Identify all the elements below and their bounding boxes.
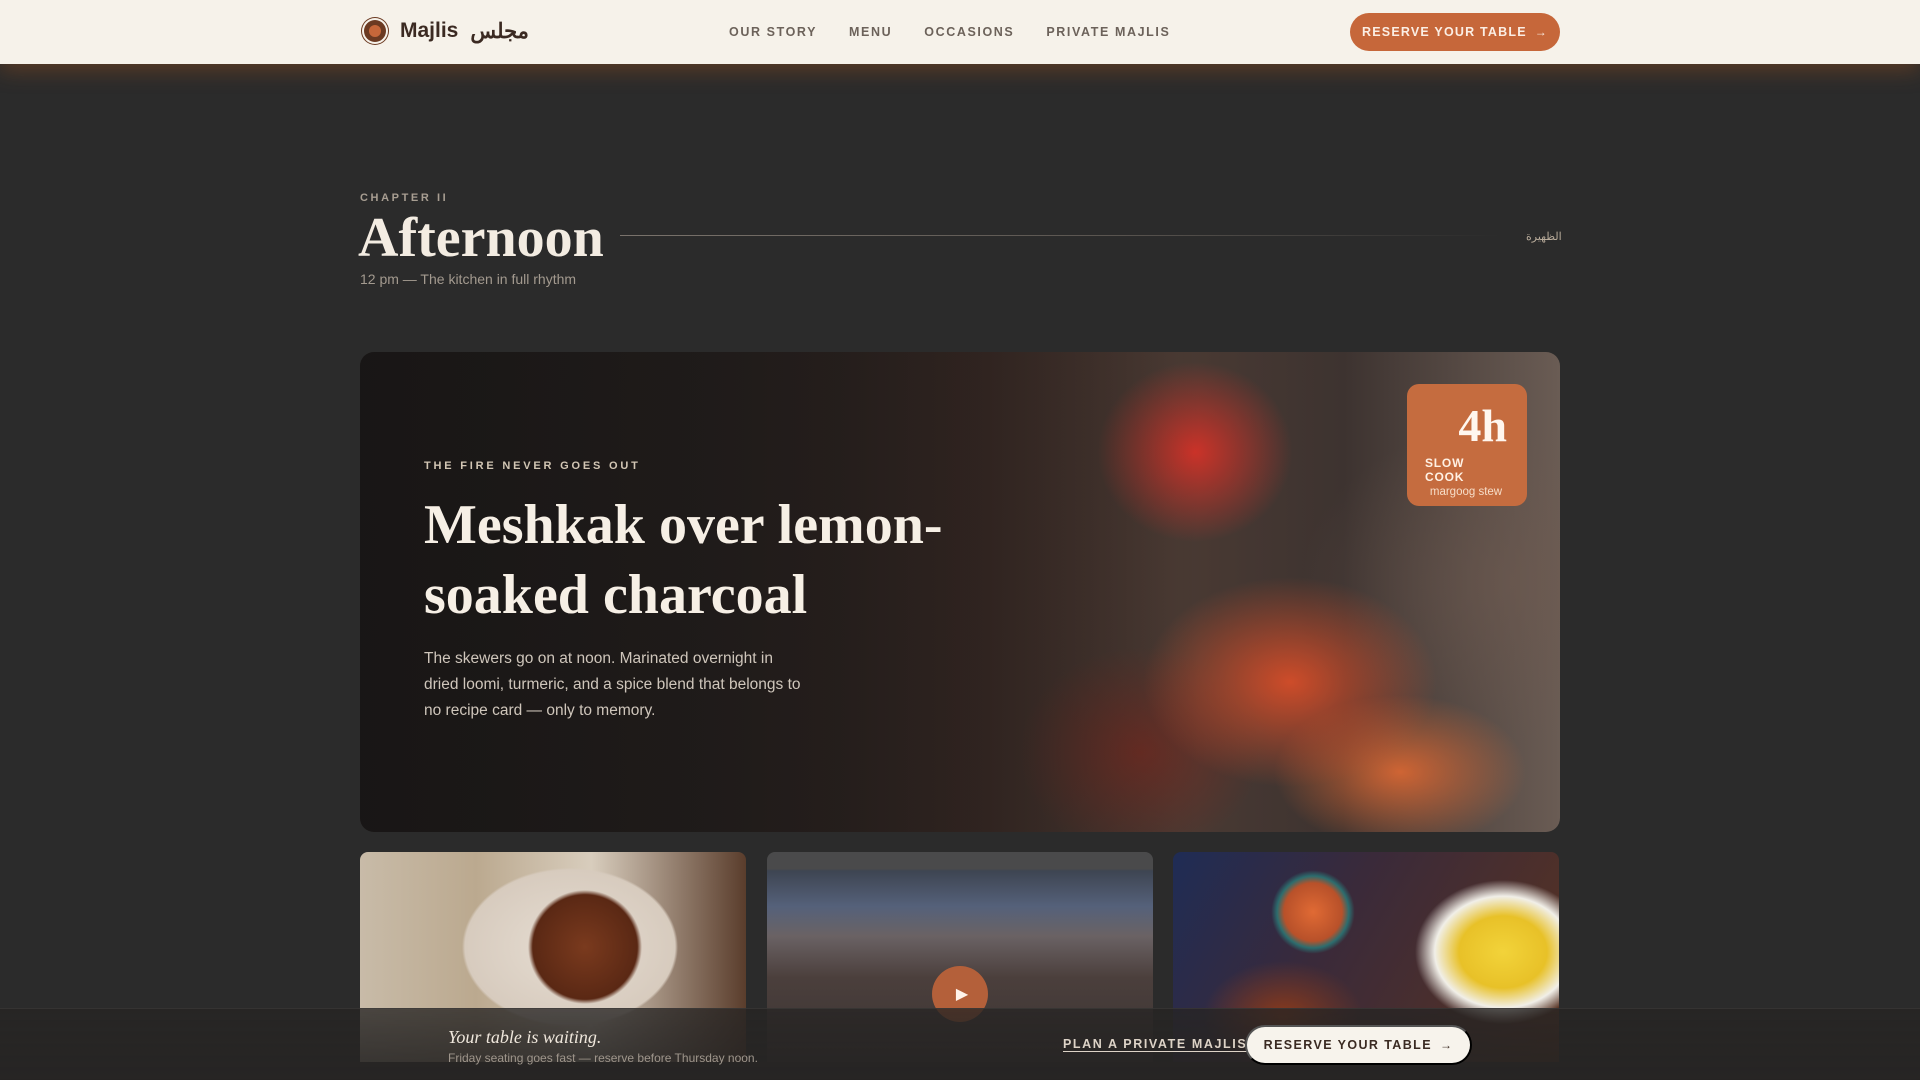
arrow-right-icon: → <box>1439 1038 1454 1052</box>
brand-name: Majlis <box>400 19 459 42</box>
chapter-title: Afternoon <box>358 207 604 269</box>
hero-title: Meshkak over lemon-soaked charcoal <box>424 494 943 626</box>
reservation-bar-title: Your table is waiting. <box>448 1027 602 1047</box>
badge-label: SLOW COOK <box>1425 456 1465 484</box>
reserve-table-bar-button[interactable]: RESERVE YOUR TABLE → <box>1245 1025 1472 1065</box>
reserve-table-bar-label: RESERVE YOUR TABLE <box>1263 1038 1432 1052</box>
slow-cook-badge: 4h SLOW COOK margoog stew <box>1407 384 1527 506</box>
nav-link-occasions[interactable]: OCCASIONS <box>924 25 1014 39</box>
top-navigation: Majlis مجلس OUR STORY MENU OCCASIONS PRI… <box>0 0 1920 64</box>
nav-link-private-majlis[interactable]: PRIVATE MAJLIS <box>1046 25 1170 39</box>
brand-logo[interactable]: Majlis مجلس <box>362 18 529 44</box>
badge-value: 4h <box>1458 400 1507 451</box>
chapter-divider <box>620 235 1500 236</box>
nav-links: OUR STORY MENU OCCASIONS PRIVATE MAJLIS <box>729 25 1170 39</box>
nav-link-menu[interactable]: MENU <box>849 25 892 39</box>
hero-description: The skewers go on at noon. Marinated ove… <box>424 650 801 719</box>
chapter-subtitle: 12 pm — The kitchen in full rhythm <box>360 271 577 287</box>
hero-feature: THE FIRE NEVER GOES OUT Meshkak over lem… <box>360 352 1560 832</box>
plan-private-majlis-link[interactable]: PLAN A PRIVATE MAJLIS <box>1063 1037 1247 1051</box>
arrow-right-icon: → <box>1534 25 1548 39</box>
reservation-bar-subtitle: Friday seating goes fast — reserve befor… <box>448 1051 758 1065</box>
nav-link-our-story[interactable]: OUR STORY <box>729 25 817 39</box>
badge-subtitle: margoog stew <box>1429 486 1503 498</box>
chapter-label: CHAPTER II <box>360 192 449 204</box>
brand-emblem-icon <box>362 18 388 44</box>
chapter-arabic-title: الظهيرة <box>1526 231 1562 243</box>
brand-arabic-name: مجلس <box>470 19 529 43</box>
hero-kicker: THE FIRE NEVER GOES OUT <box>424 460 641 472</box>
play-icon: ▶ <box>955 986 969 1003</box>
reserve-table-label: RESERVE YOUR TABLE <box>1362 25 1527 39</box>
sticky-reservation-bar: Your table is waiting. Friday seating go… <box>0 1008 1920 1080</box>
reserve-table-button[interactable]: RESERVE YOUR TABLE → <box>1350 13 1560 51</box>
